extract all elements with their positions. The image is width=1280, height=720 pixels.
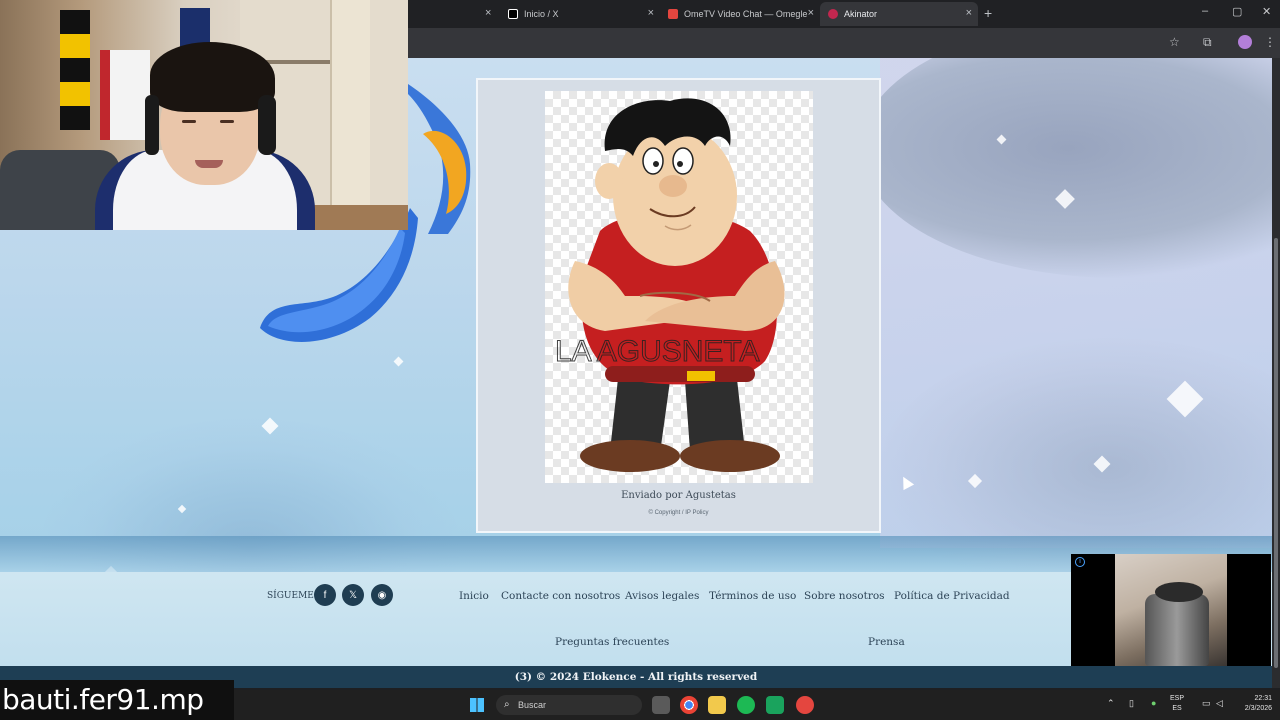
chrome-icon[interactable] <box>680 696 698 714</box>
footer-link-legal[interactable]: Avisos legales <box>625 590 699 602</box>
tab-label: Akinator <box>844 9 878 19</box>
tab-label: Inicio / X <box>524 9 559 19</box>
pot-lid-shape <box>1155 582 1203 602</box>
clock-date: 2/3/2026 <box>1244 705 1272 712</box>
tab-close-icon[interactable]: × <box>485 7 491 19</box>
headset-icon <box>258 95 276 155</box>
network-icon[interactable]: ▭ <box>1202 698 1211 709</box>
headset-icon <box>145 95 159 155</box>
app-icon[interactable] <box>766 696 784 714</box>
akinator-favicon-icon <box>828 9 838 19</box>
sparkle-decoration <box>393 356 404 367</box>
info-icon[interactable]: i <box>1075 557 1085 567</box>
cartoon-character-illustration: LA AGUSNETA <box>555 98 785 472</box>
footer-link-press[interactable]: Prensa <box>868 636 905 648</box>
tab-label: OmeTV Video Chat — Omegle <box>684 9 808 19</box>
new-tab-button[interactable]: + <box>984 5 992 21</box>
result-card: LA AGUSNETA Enviado por Agustetas © Copy… <box>476 78 881 533</box>
footer-link-about[interactable]: Sobre nosotros <box>804 590 885 602</box>
profile-icon[interactable] <box>1238 35 1252 49</box>
windows-start-icon[interactable] <box>470 698 484 712</box>
streamer-webcam <box>0 0 408 230</box>
minimize-button[interactable]: – <box>1202 5 1208 17</box>
tab-close-icon[interactable]: × <box>966 7 972 19</box>
character-image: LA AGUSNETA <box>545 91 813 483</box>
close-window-button[interactable]: ✕ <box>1262 5 1271 18</box>
battery-icon[interactable]: ▯ <box>1129 698 1134 709</box>
stream-username: bauti.fer91.mp <box>2 683 204 716</box>
facebook-icon[interactable]: f <box>314 584 336 606</box>
taskbar-clock[interactable]: 22:31 2/3/2026 <box>1232 694 1272 714</box>
brave-icon[interactable] <box>796 696 814 714</box>
webcam-door <box>330 0 370 205</box>
discord-icon[interactable]: ◉ <box>371 584 393 606</box>
extensions-icon[interactable]: ⧉ <box>1203 35 1212 50</box>
footer-link-privacy[interactable]: Política de Privacidad <box>894 590 1010 602</box>
stream-username-overlay: bauti.fer91.mp <box>0 680 234 720</box>
language-code: ESP <box>1170 695 1185 702</box>
taskbar-search-label: Buscar <box>518 700 547 710</box>
clock-time: 22:31 <box>1254 695 1272 702</box>
keyboard-layout: ES <box>1172 705 1182 712</box>
footer-link-terms[interactable]: Términos de uso <box>709 590 796 602</box>
tab-x[interactable]: Inicio / X × <box>500 2 660 26</box>
taskbar-search[interactable]: ⌕ Buscar <box>496 695 642 715</box>
follow-label: SÍGUEME <box>267 591 314 601</box>
spotify-icon[interactable] <box>737 696 755 714</box>
pip-video-frame <box>1115 554 1227 666</box>
star-icon[interactable]: ☆ <box>1169 35 1180 49</box>
x-icon[interactable]: 𝕏 <box>342 584 364 606</box>
file-explorer-icon[interactable] <box>708 696 726 714</box>
genie-hand-decoration <box>408 84 471 234</box>
webcam-scarf <box>60 10 90 130</box>
submitted-by-caption: Enviado por Agustetas <box>621 490 736 501</box>
footer-link-faq[interactable]: Preguntas frecuentes <box>555 636 669 648</box>
picture-in-picture-video[interactable]: i <box>1071 554 1271 666</box>
microphone-icon[interactable]: ● <box>1151 698 1156 708</box>
scrollbar-thumb[interactable] <box>1274 238 1278 668</box>
page-scrollbar[interactable] <box>1272 58 1280 688</box>
menu-icon[interactable]: ⋮ <box>1264 35 1276 49</box>
footer-link-inicio[interactable]: Inicio <box>459 590 489 602</box>
maximize-button[interactable]: ▢ <box>1232 5 1242 18</box>
pot-shape <box>1145 594 1209 666</box>
tab-close-icon[interactable]: × <box>808 7 814 19</box>
language-indicator[interactable]: ESP ES <box>1170 694 1184 714</box>
tab-close-icon[interactable]: × <box>648 7 654 19</box>
task-view-icon[interactable] <box>652 696 670 714</box>
ometv-favicon-icon <box>668 9 678 19</box>
x-favicon-icon <box>508 9 518 19</box>
webcam-jersey <box>100 50 150 140</box>
webcam-person-eyes <box>182 120 242 124</box>
webcam-person-mouth <box>195 160 223 168</box>
tab-ometv[interactable]: OmeTV Video Chat — Omegle × <box>660 2 820 26</box>
image-watermark: LA AGUSNETA <box>555 335 760 368</box>
search-icon: ⌕ <box>504 699 510 710</box>
tab-akinator[interactable]: Akinator × <box>820 2 978 26</box>
windows-taskbar: ⌕ Buscar ⌃ ▯ ● ESP ES ▭ ◁ 22:31 2/3/2026 <box>234 690 1280 720</box>
webcam-person-hair <box>150 42 275 112</box>
volume-icon[interactable]: ◁ <box>1216 698 1223 709</box>
footer-link-contact[interactable]: Contacte con nosotros <box>501 590 620 602</box>
copyright-link[interactable]: © Copyright / IP Policy <box>478 510 879 516</box>
chevron-up-icon[interactable]: ⌃ <box>1107 698 1115 709</box>
